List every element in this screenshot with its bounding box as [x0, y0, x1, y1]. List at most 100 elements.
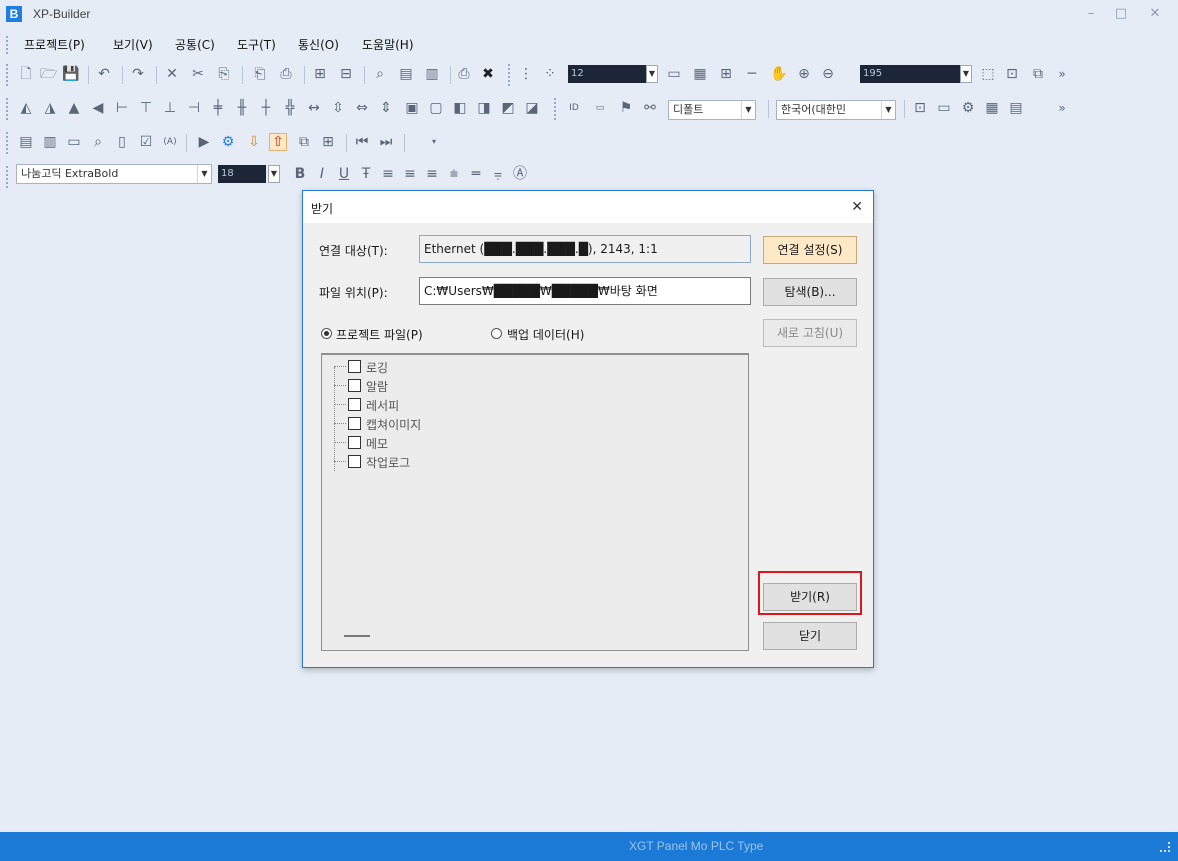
pan-hand-icon[interactable]: ✋ — [770, 66, 787, 82]
order-icon[interactable]: ◩ — [500, 100, 516, 116]
toolbar-overflow-icon[interactable]: » — [1054, 100, 1070, 116]
screen-icon[interactable]: ▭ — [936, 100, 952, 116]
copy-icon[interactable]: ⎘ — [216, 66, 232, 82]
tree-item-checkbox[interactable] — [348, 398, 361, 411]
connection-settings-button[interactable]: 연결 설정(S) — [763, 236, 857, 264]
group-icon[interactable]: ⊞ — [312, 66, 328, 82]
properties-icon[interactable]: ▤ — [398, 66, 414, 82]
receive-button[interactable]: 받기(R) — [763, 583, 857, 611]
item-tree[interactable]: 로깅 알람 레서피 캡쳐이미지 메모 작업로그 — [321, 353, 749, 651]
maximize-button[interactable]: □ — [1110, 4, 1132, 24]
communication-settings-icon[interactable]: ⚙ — [220, 134, 236, 150]
refresh-button[interactable]: 새로 고침(U) — [763, 319, 857, 347]
cut-icon[interactable]: ✂ — [190, 66, 206, 82]
chevron-down-icon[interactable]: ▼ — [881, 101, 895, 119]
checklist-icon[interactable]: ☑ — [138, 134, 154, 150]
close-dialog-button[interactable]: 닫기 — [763, 622, 857, 650]
paste-special-icon[interactable]: ⎙ — [278, 66, 294, 82]
tree-item-checkbox[interactable] — [348, 436, 361, 449]
tree-item-recipe[interactable]: 레서피 — [334, 395, 534, 414]
line-icon[interactable]: ─ — [744, 66, 760, 82]
chevron-down-icon[interactable]: ▼ — [268, 165, 280, 183]
space-across-icon[interactable]: ⇔ — [354, 100, 370, 116]
line-style-icon[interactable]: ▭ — [666, 66, 682, 82]
chevron-down-icon[interactable]: ▼ — [197, 165, 211, 183]
last-page-icon[interactable]: ⏭ — [378, 134, 394, 150]
triangle-icon[interactable]: ▲ — [66, 100, 82, 116]
menu-communication[interactable]: 통신(O) — [298, 36, 339, 53]
language-combo[interactable]: 한국어(대한민 ▼ — [776, 100, 896, 120]
tree-scrollbar-thumb[interactable] — [344, 635, 370, 637]
redo-icon[interactable]: ↷ — [130, 66, 146, 82]
grid-icon[interactable]: ⋮ — [518, 66, 534, 82]
id-icon[interactable]: ID — [566, 100, 582, 116]
new-file-icon[interactable]: 🗋 — [18, 66, 34, 82]
multi-view-icon[interactable]: ⊞ — [320, 134, 336, 150]
tools-icon[interactable]: ⚙ — [960, 100, 976, 116]
find-icon[interactable]: ⌕ — [372, 66, 388, 82]
device-icon[interactable]: ▭ — [592, 100, 608, 116]
underline-icon[interactable]: U — [336, 166, 352, 182]
flip-icon[interactable]: ◭ — [18, 100, 34, 116]
download-icon[interactable]: ⇩ — [246, 134, 262, 150]
radio-project-file-label[interactable]: 프로젝트 파일(P) — [336, 326, 423, 343]
grid-panel-icon[interactable]: ▦ — [984, 100, 1000, 116]
upload-icon[interactable]: ⇧ — [269, 133, 287, 151]
print-icon[interactable]: ⎙ — [456, 66, 472, 82]
align-top-icon[interactable]: ⊤ — [138, 100, 154, 116]
menu-grip[interactable] — [6, 36, 10, 54]
zoom-100-icon[interactable]: ⊡ — [1004, 66, 1020, 82]
mirror-icon[interactable]: ◮ — [42, 100, 58, 116]
table-icon[interactable]: ⊞ — [718, 66, 734, 82]
toolbar-dropdown-icon[interactable]: ▾ — [426, 134, 442, 150]
same-height-icon[interactable]: ⇳ — [330, 100, 346, 116]
arrow-left-icon[interactable]: ◀ — [90, 100, 106, 116]
font-style-combo[interactable]: 디폴트 ▼ — [668, 100, 756, 120]
screen-list-icon[interactable]: ▤ — [18, 134, 34, 150]
delete-icon[interactable]: ✕ — [164, 66, 180, 82]
chevron-down-icon[interactable]: ▼ — [741, 101, 755, 119]
open-folder-icon[interactable]: 🗁 — [40, 66, 57, 82]
menu-help[interactable]: 도움말(H) — [362, 36, 414, 53]
tree-item-checkbox[interactable] — [348, 360, 361, 373]
font-size-combo[interactable]: 18 — [218, 165, 266, 183]
radio-backup-data-label[interactable]: 백업 데이터(H) — [507, 326, 584, 343]
ungroup-icon[interactable]: ⊟ — [338, 66, 354, 82]
file-location-field[interactable]: C:₩Users₩█████₩█████₩바탕 화면 — [419, 277, 751, 305]
italic-icon[interactable]: I — [314, 166, 330, 182]
toolbar-overflow-icon[interactable]: » — [1054, 66, 1070, 82]
backward-icon[interactable]: ◨ — [476, 100, 492, 116]
center-icon[interactable]: ┼ — [258, 100, 274, 116]
close-window-button[interactable]: ✕ — [1144, 4, 1166, 24]
monitor-icon[interactable]: ▭ — [66, 134, 82, 150]
paste-icon[interactable]: ⎗ — [252, 66, 268, 82]
menu-view[interactable]: 보기(V) — [113, 36, 153, 53]
tree-item-logging[interactable]: 로깅 — [334, 357, 534, 376]
align-right-icon[interactable]: ⊣ — [186, 100, 202, 116]
save-icon[interactable]: 💾 — [62, 66, 79, 82]
menu-project[interactable]: 프로젝트(P) — [24, 36, 85, 53]
tree-item-checkbox[interactable] — [348, 455, 361, 468]
chevron-down-icon[interactable]: ▼ — [646, 65, 658, 83]
toolbar-grip[interactable] — [6, 166, 10, 188]
screen-search-icon[interactable]: ⌕ — [90, 134, 106, 150]
align-bottom-icon[interactable]: ⊥ — [162, 100, 178, 116]
align-text-top-icon[interactable]: ⩧ — [446, 166, 462, 182]
layout-icon[interactable]: ▦ — [692, 66, 708, 82]
toolbar-grip[interactable] — [6, 98, 10, 120]
strikethrough-icon[interactable]: Ŧ — [358, 166, 374, 182]
toolbar-grip[interactable] — [554, 98, 558, 120]
same-width-icon[interactable]: ↔ — [306, 100, 322, 116]
forward-icon[interactable]: ◧ — [452, 100, 468, 116]
center-vertical-icon[interactable]: ╪ — [210, 100, 226, 116]
undo-icon[interactable]: ↶ — [96, 66, 112, 82]
tree-item-alarm[interactable]: 알람 — [334, 376, 534, 395]
toolbar-grip[interactable] — [508, 64, 512, 86]
chevron-down-icon[interactable]: ▼ — [960, 65, 972, 83]
tree-view-icon[interactable]: ⊡ — [912, 100, 928, 116]
align-text-bottom-icon[interactable]: ⩦ — [490, 166, 506, 182]
align-text-center-icon[interactable]: ≡ — [402, 166, 418, 182]
list-icon[interactable]: ▥ — [424, 66, 440, 82]
menu-common[interactable]: 공통(C) — [175, 36, 215, 53]
compile-icon[interactable]: ✖ — [480, 66, 496, 82]
